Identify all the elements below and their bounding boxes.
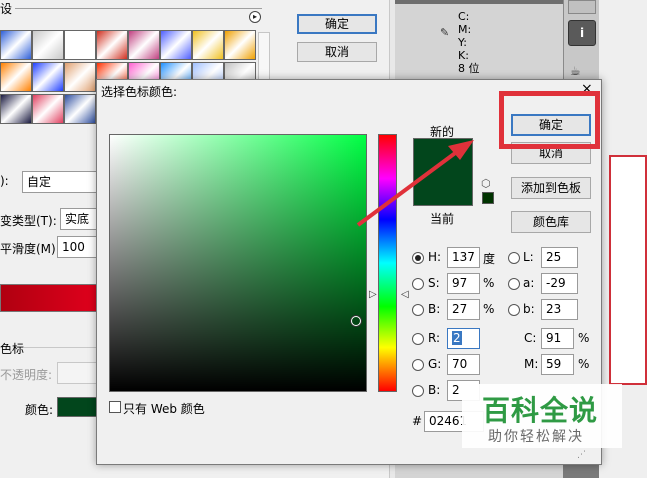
annotation-highlight-box <box>499 91 600 149</box>
watermark-subtitle: 助你轻松解决 <box>488 429 584 445</box>
watermark-title: 百科全说 <box>482 394 599 427</box>
